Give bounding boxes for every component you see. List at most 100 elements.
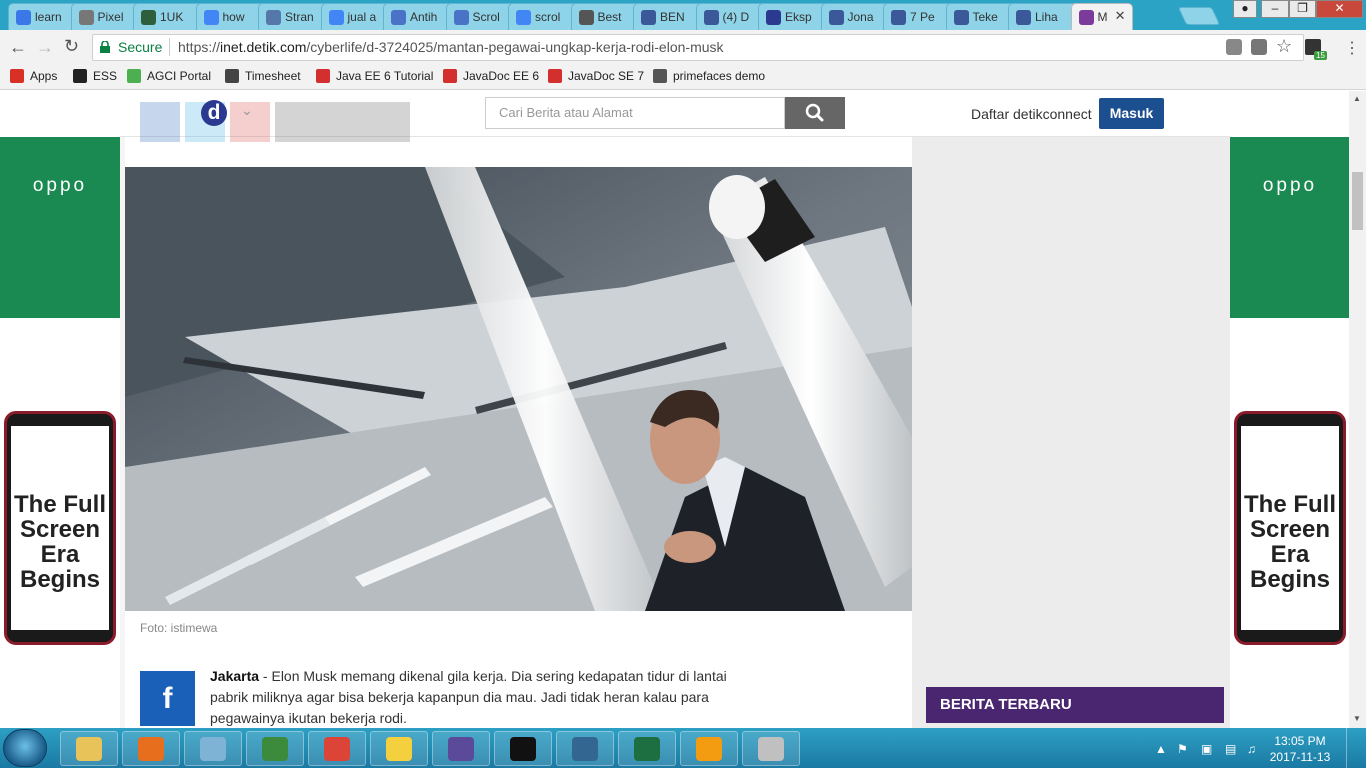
paint-icon	[758, 737, 784, 761]
chevron-down-icon[interactable]: ⌄	[241, 102, 253, 119]
flag-icon[interactable]: ⚑	[1177, 742, 1188, 756]
user-profile-button[interactable]: ●	[1233, 0, 1257, 18]
scroll-down-arrow-icon[interactable]: ▼	[1353, 714, 1361, 723]
maximize-button[interactable]: ❐	[1289, 0, 1316, 18]
tab-label: (4) D	[722, 10, 750, 24]
taskbar-chrome[interactable]	[308, 731, 366, 766]
bookmark-item[interactable]: AGCI Portal	[127, 69, 211, 83]
timesheet-icon	[262, 737, 288, 761]
taskbar-java-ee-ide[interactable]	[432, 731, 490, 766]
explorer-icon	[76, 737, 102, 761]
chrome-icon	[324, 737, 350, 761]
scroll-up-arrow-icon[interactable]: ▲	[1353, 94, 1361, 103]
search-button[interactable]	[785, 97, 845, 129]
taskbar-paint[interactable]	[742, 731, 800, 766]
tab-label: Scrol	[472, 10, 500, 24]
menu-kebab-icon[interactable]: ⋮	[1344, 38, 1360, 58]
translate-icon[interactable]	[1251, 39, 1267, 55]
apps-grid-icon	[10, 69, 24, 83]
clock-date: 2017-11-13	[1269, 750, 1331, 764]
tab-label: Best	[597, 10, 622, 24]
taskbar-excel[interactable]	[618, 731, 676, 766]
taskbar-inkscape[interactable]	[494, 731, 552, 766]
register-link[interactable]: Daftar detikconnect	[971, 106, 1092, 122]
taskbar-postgresql[interactable]	[556, 731, 614, 766]
bookmark-item[interactable]: Java EE 6 Tutorial	[316, 69, 433, 83]
left-ad-banner[interactable]: oppo The Full Screen Era Begins	[0, 91, 120, 728]
tab-label: learn	[35, 10, 62, 24]
taskbar-firefox[interactable]	[122, 731, 180, 766]
scroll-thumb[interactable]	[1352, 172, 1363, 230]
detik-logo[interactable]: d	[201, 100, 227, 126]
taskbar-explorer[interactable]	[60, 731, 118, 766]
primefaces-icon	[653, 69, 667, 83]
taskbar-clock[interactable]: 13:05 PM 2017-11-13	[1262, 733, 1338, 765]
minimize-button[interactable]: –	[1261, 0, 1289, 18]
forward-arrow-icon[interactable]: →	[36, 37, 54, 58]
url-scheme: https://	[178, 39, 221, 55]
tab-label: M	[1097, 10, 1108, 24]
bookmark-label: JavaDoc SE 7	[568, 69, 645, 83]
taskbar-sticky-notes[interactable]	[370, 731, 428, 766]
facebook-icon	[953, 10, 969, 25]
tab-label: Teke	[972, 10, 998, 24]
oracle-icon	[316, 69, 330, 83]
bookmark-label: Java EE 6 Tutorial	[336, 69, 434, 83]
robot-icon	[578, 10, 594, 25]
ad-phone-image: The Full Screen Era Begins	[1234, 411, 1346, 645]
facebook-share-button[interactable]: f	[140, 671, 195, 726]
article-photo	[125, 167, 912, 611]
right-ad-banner[interactable]: oppo The Full Screen Era Begins	[1230, 91, 1349, 728]
close-window-button[interactable]: ✕	[1316, 0, 1363, 18]
bookmark-item[interactable]: Timesheet	[225, 69, 301, 83]
reload-icon[interactable]: ↻	[64, 36, 79, 57]
ad-brand-logo: oppo	[32, 175, 88, 196]
tab-label: Pixel	[97, 10, 124, 24]
tab-label: Antih	[410, 10, 438, 24]
close-tab-icon[interactable]: ✕	[1115, 8, 1126, 24]
b-icon	[641, 10, 656, 25]
browser-tab[interactable]: M ✕	[1070, 3, 1133, 30]
taskbar-timesheet[interactable]	[246, 731, 304, 766]
secure-label: Secure	[118, 39, 163, 55]
url-host: inet.detik.com	[220, 39, 307, 55]
excel-icon	[634, 737, 660, 761]
tab-label: 1UK	[160, 10, 184, 24]
bookmark-item[interactable]: primefaces demo	[653, 69, 765, 83]
url-path: /cyberlife/d-3724025/mantan-pegawai-ungk…	[306, 39, 724, 55]
timesheet-icon	[225, 69, 239, 83]
volume-icon[interactable]: ♫	[1247, 742, 1256, 756]
taskbar-vlc[interactable]	[680, 731, 738, 766]
url-text[interactable]: https://inet.detik.com/cyberlife/d-37240…	[178, 39, 724, 55]
back-arrow-icon[interactable]: ←	[9, 37, 27, 58]
wikipedia-icon	[78, 10, 94, 25]
bookmark-item[interactable]: JavaDoc EE 6	[443, 69, 539, 83]
tab-label: BEN	[660, 10, 685, 24]
network-icon[interactable]: ▤	[1225, 742, 1236, 756]
article-dateline: Jakarta	[210, 668, 260, 684]
clock-time: 13:05 PM	[1274, 734, 1326, 748]
ess-icon	[73, 69, 87, 83]
tab-label: scrol	[535, 10, 561, 24]
bookmark-item[interactable]: JavaDoc SE 7	[548, 69, 644, 83]
bookmark-item[interactable]: ESS	[73, 69, 117, 83]
bookmark-label: primefaces demo	[673, 69, 766, 83]
device-icon[interactable]: ▣	[1201, 742, 1212, 756]
ad-phone-screen: The Full Screen Era Begins	[1241, 426, 1339, 630]
bookmark-item[interactable]: Apps	[10, 69, 57, 83]
bookmark-star-icon[interactable]: ☆	[1276, 36, 1292, 57]
agci-icon	[127, 69, 141, 83]
start-button[interactable]	[3, 729, 47, 767]
blocked-content-icon[interactable]	[1226, 39, 1242, 55]
doc-icon	[16, 10, 31, 25]
google-icon	[516, 10, 531, 25]
taskbar-notepad[interactable]	[184, 731, 242, 766]
search-input[interactable]: Cari Berita atau Alamat	[485, 97, 785, 129]
tray-expand-icon[interactable]: ▲	[1155, 742, 1167, 756]
latest-news-heading: BERITA TERBARU	[926, 687, 1224, 723]
photo-caption: Foto: istimewa	[140, 621, 218, 635]
show-desktop-button[interactable]	[1346, 728, 1366, 768]
login-button[interactable]: Masuk	[1099, 98, 1164, 129]
translate-icon	[266, 10, 281, 25]
tab-label: how	[222, 10, 245, 24]
